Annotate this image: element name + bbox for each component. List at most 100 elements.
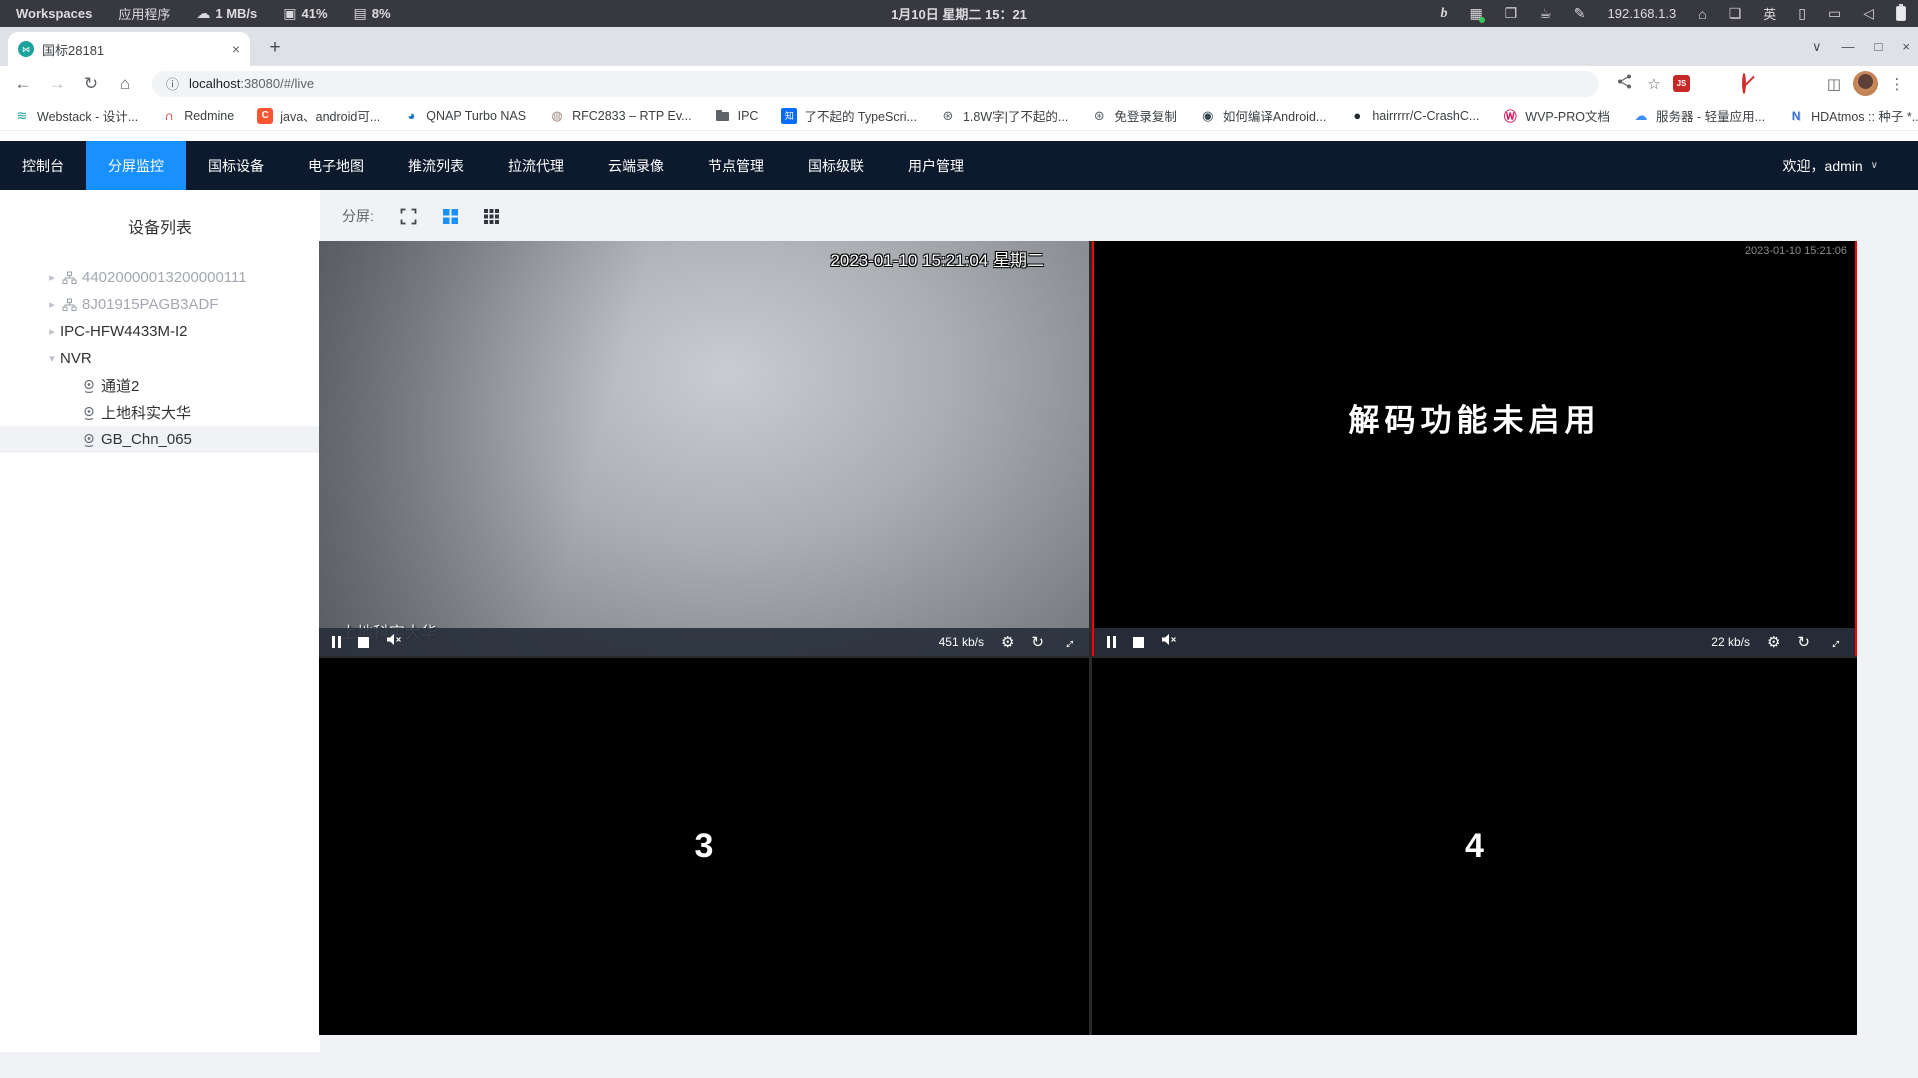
- nav-item-user-manage[interactable]: 用户管理: [886, 141, 986, 190]
- caret-right-icon[interactable]: ▸: [44, 298, 60, 311]
- tree-item-channel-shangdi[interactable]: 上地科实大华: [0, 399, 320, 426]
- player-settings-icon[interactable]: ⚙: [1767, 635, 1780, 650]
- windows-tray-icon[interactable]: ❏: [1729, 5, 1742, 22]
- muted-speaker-icon[interactable]: [386, 633, 402, 651]
- tab-close-icon[interactable]: ×: [232, 41, 240, 57]
- window-close-button[interactable]: ×: [1902, 39, 1910, 54]
- input-method-indicator[interactable]: 英: [1763, 4, 1776, 23]
- bing-tray-icon[interactable]: b: [1440, 6, 1447, 22]
- nav-item-map[interactable]: 电子地图: [286, 141, 386, 190]
- bookmark-csdn[interactable]: Cjava、android可...: [257, 106, 380, 125]
- bookmark-android-compile[interactable]: ◉ 如何编译Android...: [1200, 106, 1326, 125]
- bookmark-18w[interactable]: ⊛ 1.8W字|了不起的...: [940, 106, 1069, 125]
- caret-right-icon[interactable]: ▸: [44, 271, 60, 284]
- profile-avatar[interactable]: [1853, 71, 1878, 96]
- stop-icon[interactable]: [1133, 636, 1144, 648]
- grid-3x3-icon[interactable]: [483, 208, 499, 224]
- clock[interactable]: 1月10日 星期二 15：21: [891, 4, 1027, 23]
- forward-button[interactable]: →: [44, 74, 70, 94]
- tree-item-device-8J01915PAGB3ADF[interactable]: ▸ 8J01915PAGB3ADF: [0, 291, 320, 318]
- ip-address[interactable]: 192.168.1.3: [1608, 6, 1677, 21]
- nav-item-split-monitor[interactable]: 分屏监控: [86, 141, 186, 190]
- coffee-tray-icon[interactable]: ☕: [1539, 5, 1552, 22]
- grid-2x2-icon[interactable]: [442, 208, 458, 224]
- bookmark-webstack[interactable]: ≋ Webstack - 设计...: [14, 106, 139, 125]
- globe-favicon: ⊛: [942, 107, 954, 123]
- video-window-1[interactable]: 2023-01-10 15:21:04 星期二 上地科实大华 451 kb/s …: [319, 241, 1089, 656]
- video-window-2[interactable]: 解码功能未启用 2023-01-10 15:21:06 22 kb/s ⚙ ↻ …: [1092, 241, 1857, 656]
- cluster-icon: [62, 271, 77, 285]
- bookmark-redmine[interactable]: ∩ Redmine: [161, 108, 234, 124]
- volume-icon[interactable]: ◁: [1863, 5, 1874, 22]
- clipboard-tray-icon[interactable]: ❐: [1505, 5, 1518, 22]
- tree-item-channel-2[interactable]: 通道2: [0, 372, 320, 399]
- system-top-bar: Workspaces 应用程序 ☁ 1 MB/s ▣ 41% ▤ 8% 1月10…: [0, 0, 1918, 27]
- nav-item-console[interactable]: 控制台: [0, 141, 86, 190]
- browser-menu-icon[interactable]: ⋮: [1886, 75, 1908, 93]
- caret-right-icon[interactable]: ▸: [44, 325, 60, 338]
- pause-icon[interactable]: [1107, 636, 1116, 648]
- workspaces-button[interactable]: Workspaces: [16, 6, 92, 21]
- bookmark-rfc2833[interactable]: ◍ RFC2833 – RTP Ev...: [549, 107, 691, 124]
- player-settings-icon[interactable]: ⚙: [1001, 635, 1014, 650]
- stop-icon[interactable]: [358, 636, 369, 648]
- tree-item-device-NVR[interactable]: ▾ NVR: [0, 345, 320, 372]
- blocker-extension-icon[interactable]: [1733, 73, 1755, 94]
- network-speed-indicator: ☁ 1 MB/s: [196, 5, 258, 21]
- home-tray-icon[interactable]: ⌂: [1698, 6, 1706, 22]
- side-panel-icon[interactable]: ◫: [1823, 75, 1845, 93]
- player-fullscreen-icon[interactable]: ↔: [1823, 631, 1846, 654]
- caret-down-icon[interactable]: ▾: [44, 352, 60, 365]
- window-minimize-button[interactable]: —: [1842, 39, 1855, 54]
- video-window-4[interactable]: 4: [1092, 658, 1857, 1035]
- bookmark-copy-nologin[interactable]: ⊛ 免登录复制: [1091, 106, 1177, 125]
- screenshot-tray-icon[interactable]: ▦: [1469, 5, 1485, 23]
- player-refresh-icon[interactable]: ↻: [1031, 635, 1044, 650]
- home-button[interactable]: ⌂: [112, 74, 138, 94]
- address-bar[interactable]: ⓘ localhost:38080/#/live: [152, 70, 1599, 97]
- nav-item-pull-proxy[interactable]: 拉流代理: [486, 141, 586, 190]
- video-window-3[interactable]: 3: [319, 658, 1089, 1035]
- bookmark-github-crashc[interactable]: ● hairrrrr/C-CrashC...: [1349, 108, 1479, 124]
- reload-button[interactable]: ↻: [78, 74, 104, 94]
- bookmark-ipc-folder[interactable]: IPC: [715, 108, 758, 124]
- bookmark-tencent-server[interactable]: ☁ 服务器 - 轻量应用...: [1633, 106, 1766, 125]
- tab-search-chevron-icon[interactable]: ∨: [1812, 39, 1822, 55]
- video-1-timestamp-overlay: 2023-01-10 15:21:04 星期二: [830, 251, 1044, 270]
- nav-item-gb-devices[interactable]: 国标设备: [186, 141, 286, 190]
- browser-tab[interactable]: ⋈ 国标28181 ×: [8, 32, 250, 66]
- player-refresh-icon[interactable]: ↻: [1797, 635, 1810, 650]
- pen-tray-icon[interactable]: ✎: [1574, 5, 1586, 22]
- nav-item-push-list[interactable]: 推流列表: [386, 141, 486, 190]
- bookmark-star-icon[interactable]: ☆: [1643, 75, 1665, 93]
- tree-item-channel-gb-chn-065[interactable]: GB_Chn_065: [0, 426, 320, 453]
- display-icon[interactable]: ▭: [1828, 5, 1841, 22]
- share-icon[interactable]: [1613, 74, 1635, 93]
- battery-icon[interactable]: [1896, 4, 1906, 21]
- site-info-icon[interactable]: ⓘ: [166, 74, 179, 93]
- screen: Workspaces 应用程序 ☁ 1 MB/s ▣ 41% ▤ 8% 1月10…: [0, 0, 1918, 1078]
- bookmark-wvp-docs[interactable]: Ⓦ WVP-PRO文档: [1502, 106, 1610, 125]
- phone-link-icon[interactable]: ▯: [1798, 5, 1806, 22]
- bookmark-qnap[interactable]: ◕ QNAP Turbo NAS: [403, 108, 526, 124]
- applications-menu[interactable]: 应用程序: [118, 4, 170, 23]
- split-screen-toolbar: 分屏:: [342, 204, 499, 228]
- cpu-indicator: ▣ 41%: [283, 5, 328, 21]
- window-maximize-button[interactable]: □: [1875, 39, 1883, 54]
- player-fullscreen-icon[interactable]: ↔: [1057, 631, 1080, 654]
- bookmark-hdatmos[interactable]: N HDAtmos :: 种子 *...: [1788, 106, 1918, 125]
- new-tab-button[interactable]: +: [262, 35, 288, 61]
- welcome-admin-menu[interactable]: 欢迎，admin ∨: [1783, 141, 1918, 190]
- tree-item-device-44020000013200000111[interactable]: ▸ 44020000013200000111: [0, 264, 320, 291]
- pause-icon[interactable]: [332, 636, 341, 648]
- rfc-favicon: ◍: [551, 107, 563, 123]
- bookmark-zhihu-typescript[interactable]: 知了不起的 TypeScri...: [781, 106, 917, 125]
- nav-item-node-manage[interactable]: 节点管理: [686, 141, 786, 190]
- nav-item-gb-cascade[interactable]: 国标级联: [786, 141, 886, 190]
- muted-speaker-icon[interactable]: [1161, 633, 1177, 651]
- tree-item-device-IPC-HFW4433M-I2[interactable]: ▸ IPC-HFW4433M-I2: [0, 318, 320, 345]
- nav-item-cloud-record[interactable]: 云端录像: [586, 141, 686, 190]
- back-button[interactable]: ←: [10, 74, 36, 94]
- js-extension-icon[interactable]: JS: [1673, 75, 1695, 92]
- fullscreen-icon[interactable]: [400, 208, 417, 225]
